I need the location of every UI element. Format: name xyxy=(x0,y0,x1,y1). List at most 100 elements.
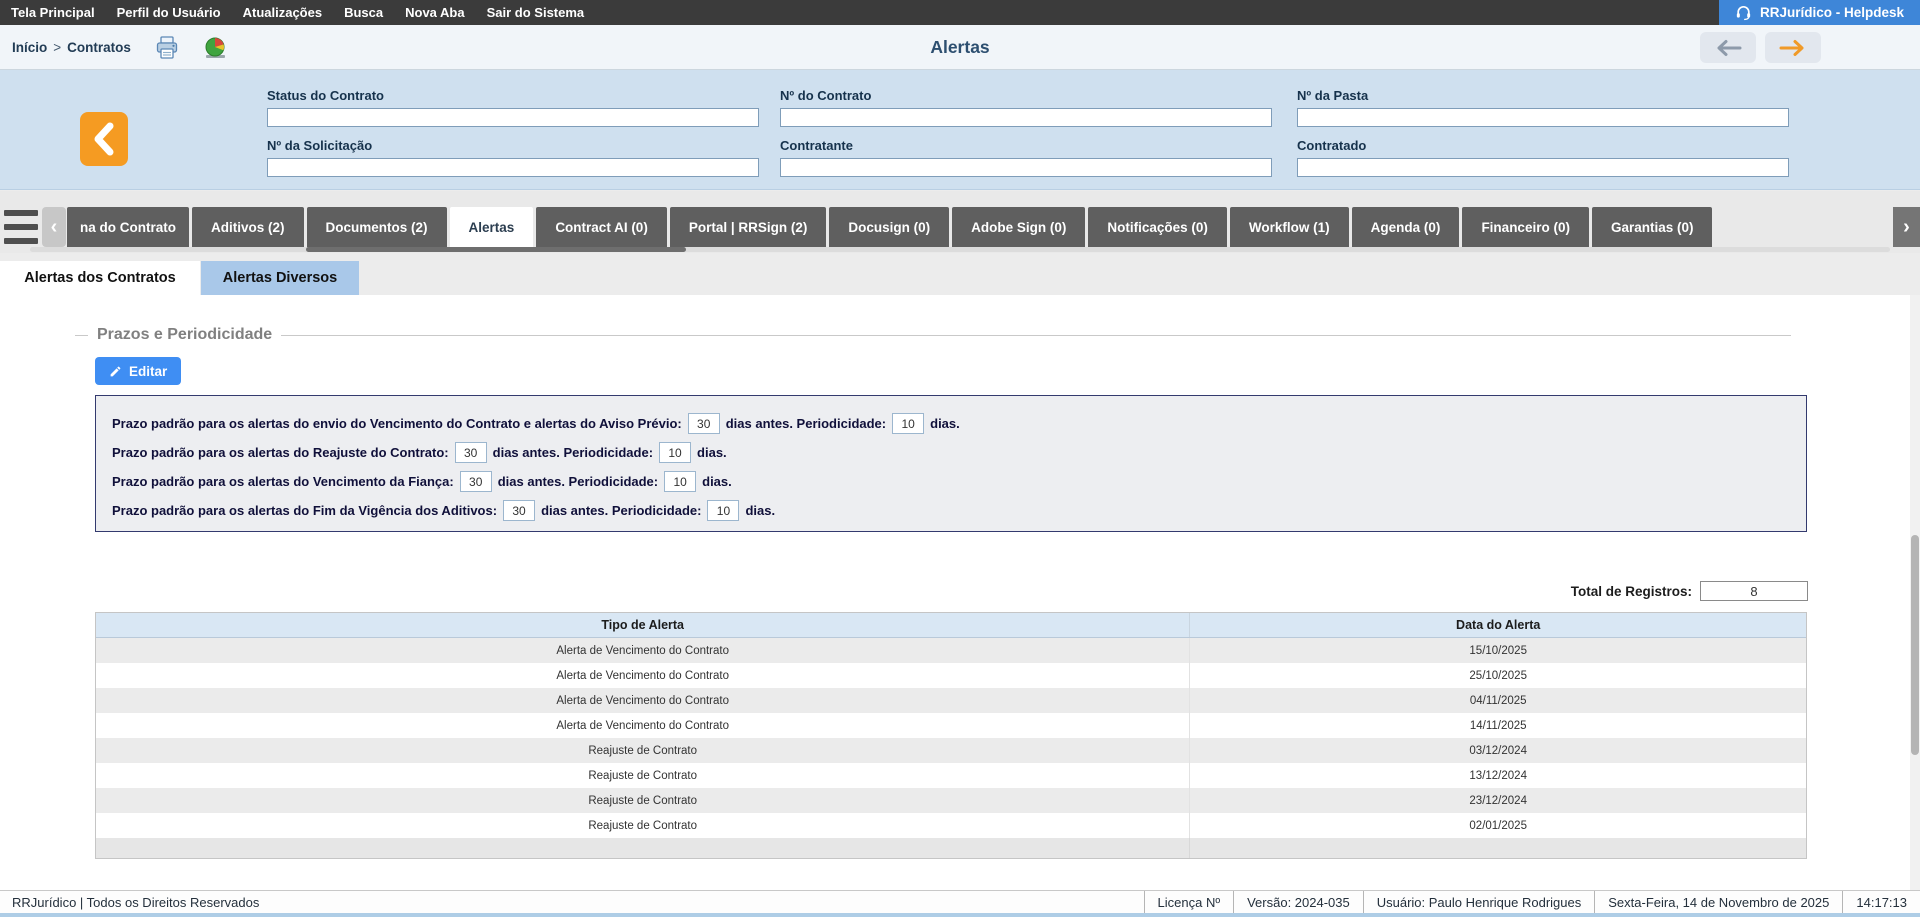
filter-num-solicitacao: Nº da Solicitação xyxy=(267,138,759,177)
arrow-left-icon xyxy=(1714,39,1742,57)
filter-panel: Status do Contrato Nº do Contrato Nº da … xyxy=(0,70,1920,190)
num-pasta-input[interactable] xyxy=(1297,108,1789,127)
tab-garantias[interactable]: Garantias (0) xyxy=(1592,207,1713,247)
menu-nova-aba[interactable]: Nova Aba xyxy=(394,5,475,20)
tab-adobe-sign[interactable]: Adobe Sign (0) xyxy=(952,207,1085,247)
breadcrumb-separator: > xyxy=(53,40,61,55)
prazos-section-header: Prazos e Periodicidade xyxy=(75,326,1791,344)
prazo-periodicidade-input[interactable] xyxy=(707,500,739,521)
tab-agenda[interactable]: Agenda (0) xyxy=(1352,207,1460,247)
record-navigation xyxy=(1700,32,1821,63)
tab-scrollbar-thumb[interactable] xyxy=(306,247,686,252)
tab-horizontal-scrollbar xyxy=(30,247,1890,252)
prazo-periodicidade-input[interactable] xyxy=(664,471,696,492)
copyright-text: RRJurídico | Todos os Direitos Reservado… xyxy=(0,895,259,910)
user-label: Usuário: Paulo Henrique Rodrigues xyxy=(1363,891,1595,913)
prazo-dias-input[interactable] xyxy=(460,471,492,492)
prazo-dias-input[interactable] xyxy=(688,413,720,434)
cell-tipo-alerta: Reajuste de Contrato xyxy=(96,813,1190,838)
prazo-dias-input[interactable] xyxy=(455,442,487,463)
prazo-text: Prazo padrão para os alertas do Vencimen… xyxy=(112,474,454,489)
date-label: Sexta-Feira, 14 de Novembro de 2025 xyxy=(1594,891,1842,913)
breadcrumb-home[interactable]: Início xyxy=(12,40,47,55)
edit-button[interactable]: Editar xyxy=(95,357,181,385)
filter-num-pasta: Nº da Pasta xyxy=(1297,88,1789,127)
cell-tipo-alerta: Reajuste de Contrato xyxy=(96,763,1190,788)
tab-notificacoes[interactable]: Notificações (0) xyxy=(1088,207,1227,247)
prazo-line-aditivos: Prazo padrão para os alertas do Fim da V… xyxy=(112,496,1806,525)
prazo-line-fianca: Prazo padrão para os alertas do Vencimen… xyxy=(112,467,1806,496)
tab-portal-rrsign[interactable]: Portal | RRSign (2) xyxy=(670,207,827,247)
top-menu-bar: Tela Principal Perfil do Usuário Atualiz… xyxy=(0,0,1920,25)
license-label: Licença Nº xyxy=(1144,891,1234,913)
tab-alertas[interactable]: Alertas xyxy=(450,207,534,247)
breadcrumb-current: Contratos xyxy=(67,40,131,55)
prazo-periodicidade-input[interactable] xyxy=(659,442,691,463)
prazo-text: Prazo padrão para os alertas do Fim da V… xyxy=(112,503,497,518)
menu-sair-sistema[interactable]: Sair do Sistema xyxy=(476,5,596,20)
num-solicitacao-label: Nº da Solicitação xyxy=(267,138,759,153)
edit-button-label: Editar xyxy=(129,364,167,379)
tab-strip: na do Contrato Aditivos (2) Documentos (… xyxy=(67,207,1865,247)
cell-data-alerta: 25/10/2025 xyxy=(1190,663,1806,688)
alert-subtab-row: Alertas dos Contratos Alertas Diversos xyxy=(0,253,1920,295)
total-registros-value[interactable] xyxy=(1700,581,1808,601)
table-row[interactable]: Reajuste de Contrato 03/12/2024 xyxy=(96,738,1806,763)
table-row[interactable]: Alerta de Vencimento do Contrato 14/11/2… xyxy=(96,713,1806,738)
previous-record-button[interactable] xyxy=(1700,32,1756,63)
print-button[interactable] xyxy=(152,33,182,63)
menu-atualizacoes[interactable]: Atualizações xyxy=(232,5,333,20)
back-button[interactable] xyxy=(80,112,128,166)
prazo-dias-input[interactable] xyxy=(503,500,535,521)
table-row[interactable]: Alerta de Vencimento do Contrato 04/11/2… xyxy=(96,688,1806,713)
tab-documentos[interactable]: Documentos (2) xyxy=(307,207,447,247)
tab-workflow[interactable]: Workflow (1) xyxy=(1230,207,1349,247)
prazo-end-text: dias. xyxy=(930,416,960,431)
clock-label: 14:17:13 xyxy=(1842,891,1920,913)
num-contrato-input[interactable] xyxy=(780,108,1272,127)
menu-busca[interactable]: Busca xyxy=(333,5,394,20)
prazo-end-text: dias. xyxy=(745,503,775,518)
menu-tela-principal[interactable]: Tela Principal xyxy=(0,5,106,20)
subtab-alertas-diversos[interactable]: Alertas Diversos xyxy=(201,261,359,295)
table-row[interactable]: Alerta de Vencimento do Contrato 15/10/2… xyxy=(96,638,1806,663)
tab-contract-ai[interactable]: Contract AI (0) xyxy=(536,207,667,247)
version-label: Versão: 2024-035 xyxy=(1233,891,1363,913)
table-row[interactable]: Reajuste de Contrato 02/01/2025 xyxy=(96,813,1806,838)
table-row[interactable]: Reajuste de Contrato 13/12/2024 xyxy=(96,763,1806,788)
menu-perfil-usuario[interactable]: Perfil do Usuário xyxy=(106,5,232,20)
prazo-mid-text: dias antes. Periodicidade: xyxy=(726,416,886,431)
cell-tipo-alerta: Reajuste de Contrato xyxy=(96,738,1190,763)
prazo-line-vencimento: Prazo padrão para os alertas do envio do… xyxy=(112,409,1806,438)
subtab-alertas-dos-contratos[interactable]: Alertas dos Contratos xyxy=(0,261,200,295)
table-row[interactable]: Alerta de Vencimento do Contrato 25/10/2… xyxy=(96,663,1806,688)
contratado-label: Contratado xyxy=(1297,138,1789,153)
prazo-mid-text: dias antes. Periodicidade: xyxy=(541,503,701,518)
prazo-mid-text: dias antes. Periodicidade: xyxy=(493,445,653,460)
chevron-left-icon xyxy=(89,120,119,158)
status-contrato-label: Status do Contrato xyxy=(267,88,759,103)
num-solicitacao-input[interactable] xyxy=(267,158,759,177)
contract-tab-bar: ‹ na do Contrato Aditivos (2) Documentos… xyxy=(0,191,1920,253)
helpdesk-button[interactable]: RRJurídico - Helpdesk xyxy=(1719,0,1920,25)
chart-report-button[interactable] xyxy=(200,33,230,63)
cell-tipo-alerta: Alerta de Vencimento do Contrato xyxy=(96,713,1190,738)
tab-ficha-do-contrato[interactable]: na do Contrato xyxy=(67,207,189,247)
tab-financeiro[interactable]: Financeiro (0) xyxy=(1462,207,1589,247)
tab-scroll-left-button[interactable]: ‹ xyxy=(42,207,66,247)
tab-aditivos[interactable]: Aditivos (2) xyxy=(192,207,304,247)
contratado-input[interactable] xyxy=(1297,158,1789,177)
hamburger-menu-icon[interactable] xyxy=(4,210,38,244)
next-record-button[interactable] xyxy=(1765,32,1821,63)
status-bar: RRJurídico | Todos os Direitos Reservado… xyxy=(0,890,1920,913)
tab-docusign[interactable]: Docusign (0) xyxy=(829,207,949,247)
tab-scroll-right-button[interactable]: › xyxy=(1893,207,1920,247)
column-header-tipo-de-alerta: Tipo de Alerta xyxy=(96,613,1190,637)
table-row[interactable]: Reajuste de Contrato 23/12/2024 xyxy=(96,788,1806,813)
prazo-end-text: dias. xyxy=(697,445,727,460)
status-contrato-input[interactable] xyxy=(267,108,759,127)
prazo-periodicidade-input[interactable] xyxy=(892,413,924,434)
cell-data-alerta: 15/10/2025 xyxy=(1190,638,1806,663)
contratante-input[interactable] xyxy=(780,158,1272,177)
content-scrollbar-thumb[interactable] xyxy=(1911,535,1919,755)
